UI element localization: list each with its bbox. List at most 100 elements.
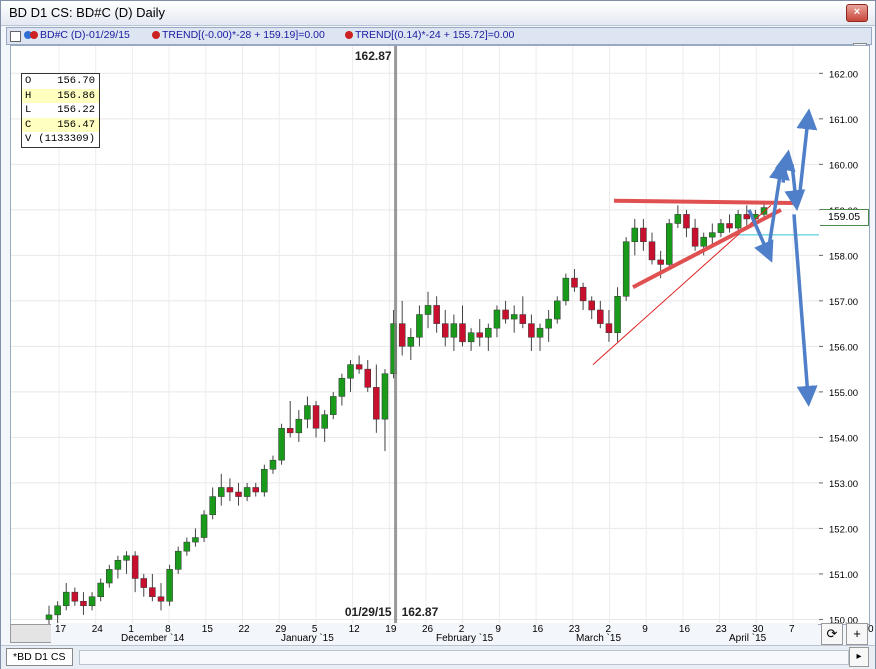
- candle-up: [62, 591, 70, 607]
- candle-up: [330, 396, 337, 415]
- open-value: 156.70: [57, 75, 95, 87]
- x-tick-label: 9: [642, 624, 648, 635]
- high-label: H: [25, 89, 32, 102]
- y-tick-label: 160.00: [829, 160, 858, 171]
- candle-down: [459, 323, 466, 343]
- x-month-label: April `15: [729, 633, 767, 644]
- candle-up: [278, 428, 285, 461]
- x-tick-label: 17: [55, 624, 67, 635]
- chart-window: BD D1 CS: BD#C (D) Daily × BD#C (D)-01/2…: [0, 0, 876, 669]
- candle-up: [493, 309, 501, 329]
- time-scroll-box[interactable]: [10, 624, 52, 643]
- x-tick-label: 15: [201, 624, 213, 635]
- candle-up: [304, 405, 311, 420]
- candle-up: [209, 496, 216, 516]
- x-tick-label: 22: [238, 624, 250, 635]
- price-axis-svg: 162.00161.00160.00159.00158.00157.00156.…: [819, 69, 858, 626]
- candle-up: [88, 596, 96, 607]
- candle-down: [355, 364, 363, 370]
- x-tick-label: 12: [348, 624, 360, 635]
- horizontal-scrollbar[interactable]: [79, 650, 849, 665]
- candle-up: [347, 364, 354, 379]
- add-icon[interactable]: +: [846, 623, 868, 645]
- close-button[interactable]: ×: [846, 4, 868, 22]
- candle-down: [648, 241, 656, 261]
- candle-up: [106, 569, 113, 584]
- price-axis[interactable]: 162.00161.00160.00159.00158.00157.00156.…: [819, 45, 870, 626]
- candle-up: [97, 582, 104, 597]
- candle-up: [734, 214, 742, 229]
- tab-chart[interactable]: *BD D1 CS: [6, 648, 73, 666]
- low-value: 156.22: [57, 104, 95, 116]
- x-month-label: February `15: [436, 633, 494, 644]
- infobar-checkbox-icon[interactable]: [10, 31, 21, 42]
- candle-down: [683, 214, 690, 229]
- candle-down: [235, 491, 242, 497]
- candle-down: [597, 309, 604, 324]
- x-month-label: January `15: [281, 633, 334, 644]
- candle-up: [261, 469, 268, 493]
- trend1-legend[interactable]: TREND[(-0.00)*-28 + 159.19]=0.00: [152, 29, 325, 41]
- candle-down: [502, 309, 509, 320]
- series-main-legend[interactable]: BD#C (D)-01/29/15: [24, 29, 130, 41]
- candle-up: [424, 305, 432, 315]
- candle-up: [243, 487, 251, 497]
- candle-up: [381, 373, 389, 420]
- y-tick-label: 155.00: [829, 388, 858, 399]
- candle-up: [114, 560, 122, 570]
- candle-up: [174, 550, 182, 570]
- x-month-label: March `15: [576, 633, 622, 644]
- candle-down: [286, 428, 294, 434]
- trend2-legend[interactable]: TREND[(0.14)*-24 + 155.72]=0.00: [345, 29, 514, 41]
- candle-up: [700, 236, 707, 247]
- candle-up: [485, 327, 492, 338]
- candle-up: [717, 223, 725, 233]
- trend1-label: TREND[(-0.00)*-28 + 159.19]=0.00: [162, 29, 325, 41]
- refresh-icon[interactable]: ⟳: [821, 623, 843, 645]
- y-tick-label: 157.00: [829, 297, 858, 308]
- candle-down: [691, 227, 699, 247]
- candle-down: [442, 323, 449, 338]
- y-tick-label: 162.00: [829, 69, 858, 80]
- candle-up: [665, 223, 673, 265]
- candle-down: [571, 277, 578, 288]
- crosshair-bottom-value: 162.87: [402, 605, 439, 619]
- scenario-arrow: [796, 108, 818, 201]
- scenario-arrow: [774, 149, 796, 183]
- x-tick-label: 23: [715, 624, 727, 635]
- scroll-right-icon[interactable]: ▸: [849, 647, 869, 667]
- resistance-line: [613, 198, 794, 206]
- candle-up: [545, 318, 552, 329]
- candle-up: [200, 514, 208, 538]
- candle-down: [528, 323, 535, 338]
- candle-up: [674, 214, 682, 224]
- candle-down: [640, 227, 647, 242]
- candle-down: [226, 487, 234, 493]
- candle-down: [312, 405, 320, 429]
- candle-down: [657, 259, 664, 265]
- trend-color-icon: [345, 31, 353, 39]
- series-info-bar: BD#C (D)-01/29/15 TREND[(-0.00)*-28 + 15…: [6, 27, 872, 45]
- title-bar[interactable]: BD D1 CS: BD#C (D) Daily ×: [1, 1, 875, 26]
- candle-down: [743, 214, 751, 220]
- candle-down: [80, 600, 87, 607]
- candle-down: [476, 332, 483, 338]
- candle-up: [166, 569, 173, 602]
- low-label: L: [25, 104, 32, 116]
- close-value: 156.47: [57, 118, 95, 131]
- candle-up: [554, 300, 561, 320]
- x-tick-label: 7: [789, 624, 795, 635]
- candle-down: [140, 578, 148, 588]
- trend2-label: TREND[(0.14)*-24 + 155.72]=0.00: [355, 29, 515, 41]
- chart-plot-area[interactable]: 162.87 01/29/15 162.87: [10, 45, 820, 625]
- candlestick-chart[interactable]: 162.87 01/29/15 162.87: [11, 46, 819, 624]
- candle-down: [579, 286, 587, 302]
- time-axis[interactable]: 17241815222951219262916232916233071320De…: [51, 623, 874, 645]
- last-price-label: 159.05: [820, 209, 869, 226]
- open-label: O: [25, 75, 32, 87]
- x-tick-label: 16: [678, 624, 691, 635]
- y-tick-label: 153.00: [829, 479, 858, 490]
- candle-up: [123, 555, 130, 561]
- high-value: 156.86: [57, 89, 95, 102]
- candle-up: [183, 541, 191, 552]
